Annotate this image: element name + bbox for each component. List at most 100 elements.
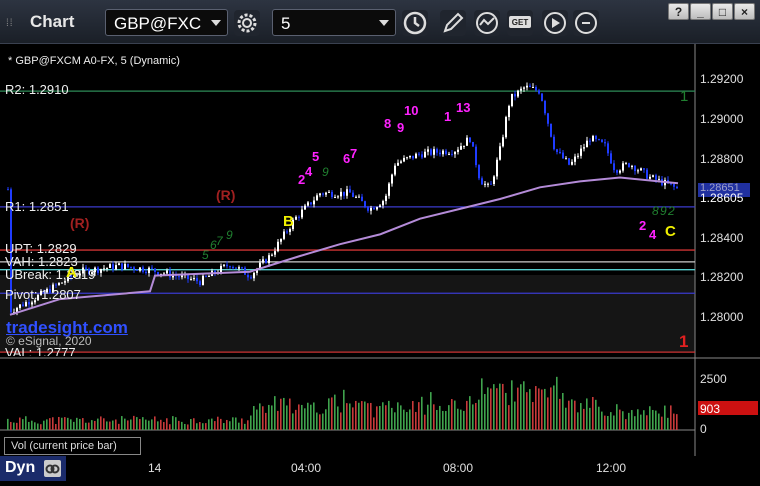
candle-body <box>397 162 399 166</box>
volume-bar <box>454 400 456 430</box>
volume-bar <box>517 387 519 430</box>
volume-bar <box>112 420 114 430</box>
volume-bar <box>637 409 639 430</box>
volume-bar <box>295 409 297 430</box>
candle-body <box>280 238 282 242</box>
volume-bar <box>643 410 645 430</box>
candle-body <box>505 117 507 138</box>
volume-bar <box>37 423 39 430</box>
volume-bar <box>226 419 228 430</box>
chart-area[interactable]: * GBP@FXCM A0-FX, 5 (Dynamic) R2: 1.2910… <box>0 44 760 481</box>
symbol-combo[interactable]: GBP@FXC <box>105 9 228 36</box>
candle-body <box>190 278 192 280</box>
right-mark: 1 <box>680 88 689 105</box>
candle-body <box>628 163 630 168</box>
letter-c: C <box>665 223 676 240</box>
candle-body <box>7 189 9 191</box>
volume-bar <box>241 418 243 430</box>
help-button[interactable]: ? <box>668 3 689 20</box>
pencil-icon[interactable] <box>440 10 466 36</box>
volume-bar <box>286 405 288 430</box>
candle-body <box>553 136 555 150</box>
candle-body <box>478 165 480 179</box>
chevron-down-icon <box>211 20 221 26</box>
volume-bar <box>427 404 429 430</box>
volume-bar <box>322 413 324 430</box>
volume-bar <box>280 398 282 430</box>
get-data-icon[interactable]: GET <box>507 10 533 36</box>
volume-bar <box>562 392 564 430</box>
clock-icon[interactable] <box>402 10 428 36</box>
volume-bar <box>94 420 96 430</box>
gear-icon[interactable] <box>234 10 260 36</box>
maximize-button[interactable]: □ <box>712 3 733 20</box>
count-mark: 8 <box>384 116 392 131</box>
candle-body <box>286 231 288 233</box>
candle-body <box>610 153 612 164</box>
candle-body <box>592 135 594 142</box>
candle-body <box>589 140 591 142</box>
minimize-button[interactable]: _ <box>690 3 711 20</box>
candle-body <box>106 267 108 269</box>
volume-bar <box>43 420 45 430</box>
candle-body <box>418 153 420 155</box>
volume-bar <box>433 404 435 430</box>
volume-bar <box>580 403 582 430</box>
volume-bar <box>91 420 93 430</box>
candle-body <box>334 197 336 199</box>
interval-combo[interactable]: 5 <box>272 9 396 36</box>
candle-body <box>583 147 585 149</box>
candle-body <box>355 196 357 198</box>
level-label-pivot: Pivot: 1.2807 <box>5 287 81 302</box>
volume-bar <box>88 422 90 430</box>
chart-canvas[interactable] <box>0 44 760 481</box>
link-chain-icon[interactable] <box>44 460 61 477</box>
volume-bar <box>487 387 489 430</box>
count-mark: 2 <box>668 204 675 218</box>
price-tick: 1.28200 <box>700 270 744 284</box>
count-mark: 4 <box>305 164 313 179</box>
volume-bar <box>484 394 486 430</box>
volume-bar <box>424 414 426 430</box>
volume-bar <box>22 419 24 430</box>
candle-body <box>145 271 147 274</box>
volume-bar <box>490 388 492 430</box>
candle-body <box>499 146 501 160</box>
candle-body <box>643 168 645 170</box>
candle-body <box>472 141 474 147</box>
volume-bar <box>523 381 525 430</box>
chevron-down-icon <box>379 20 389 26</box>
volume-bar <box>370 402 372 430</box>
volume-bar <box>400 405 402 430</box>
candle-body <box>490 183 492 185</box>
play-icon[interactable] <box>542 10 568 36</box>
drag-grip-icon[interactable]: ⁞⁞ <box>6 18 14 29</box>
volume-bar <box>391 407 393 430</box>
volume-bar <box>448 405 450 430</box>
volume-bar <box>478 399 480 430</box>
candle-body <box>124 263 126 270</box>
volume-bar <box>658 413 660 430</box>
candle-body <box>223 264 225 266</box>
candle-body <box>367 206 369 211</box>
time-label: 12:00 <box>596 461 627 475</box>
close-button[interactable]: × <box>734 3 755 20</box>
volume-bar <box>382 402 384 430</box>
count-mark: 7 <box>216 234 223 248</box>
volume-bar <box>328 398 330 430</box>
candle-body <box>313 200 315 205</box>
volume-bar <box>466 400 468 430</box>
dynamic-tab[interactable]: Dyn <box>0 456 66 481</box>
volume-bar <box>595 399 597 430</box>
volume-study-label[interactable]: Vol (current price bar) <box>4 437 141 455</box>
link-icon[interactable] <box>573 10 599 36</box>
volume-bar <box>514 401 516 430</box>
volume-bar <box>622 411 624 430</box>
candle-body <box>409 155 411 158</box>
volume-bar <box>283 397 285 430</box>
volume-bar <box>571 399 573 430</box>
volume-bar <box>628 412 630 430</box>
study-icon[interactable] <box>474 10 500 36</box>
volume-bar <box>58 416 60 430</box>
candle-body <box>178 276 180 278</box>
